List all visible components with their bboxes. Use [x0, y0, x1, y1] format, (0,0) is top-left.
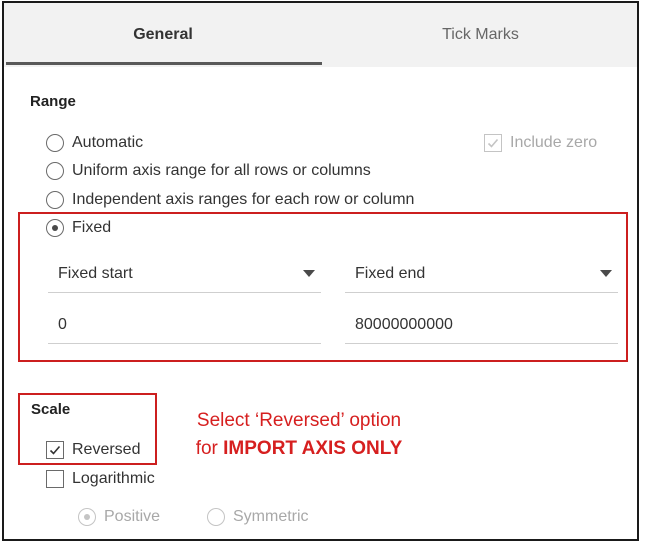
radio-uniform[interactable]: [46, 162, 64, 180]
range-option-label: Automatic: [72, 134, 144, 151]
annotation-line-2-prefix: for: [195, 438, 224, 459]
logarithmic-label: Logarithmic: [72, 470, 155, 487]
scale-option-symmetric[interactable]: Symmetric: [207, 506, 309, 528]
active-tab-indicator: [6, 62, 322, 65]
symmetric-label: Symmetric: [233, 508, 309, 525]
axis-settings-panel: General Tick Marks Range Automatic Inclu…: [2, 1, 639, 541]
fixed-range-highlight-box: [18, 212, 628, 362]
logarithmic-checkbox-row[interactable]: Logarithmic: [46, 468, 155, 490]
scale-option-positive[interactable]: Positive: [78, 506, 160, 528]
range-option-label: Independent axis ranges for each row or …: [72, 191, 415, 208]
range-option-independent[interactable]: Independent axis ranges for each row or …: [46, 189, 414, 211]
include-zero-checkbox[interactable]: [484, 134, 502, 152]
check-icon: [487, 138, 499, 148]
range-section-title: Range: [30, 93, 76, 110]
annotation-line-2-emphasis: IMPORT AXIS ONLY: [223, 438, 403, 459]
tab-tick-marks[interactable]: Tick Marks: [322, 3, 637, 67]
tab-general[interactable]: General: [4, 3, 322, 67]
radio-positive[interactable]: [78, 508, 96, 526]
positive-label: Positive: [104, 508, 161, 525]
radio-symmetric[interactable]: [207, 508, 225, 526]
annotation-line-1: Select ‘Reversed’ option: [196, 410, 402, 431]
range-option-label: Uniform axis range for all rows or colum…: [72, 162, 371, 179]
annotation-line-2: for IMPORT AXIS ONLY: [174, 435, 424, 463]
range-option-automatic[interactable]: Automatic: [46, 132, 143, 154]
scale-highlight-box: [18, 393, 157, 465]
include-zero-checkbox-row[interactable]: Include zero: [484, 132, 597, 154]
radio-automatic[interactable]: [46, 134, 64, 152]
logarithmic-checkbox[interactable]: [46, 470, 64, 488]
range-option-uniform[interactable]: Uniform axis range for all rows or colum…: [46, 160, 371, 182]
radio-independent[interactable]: [46, 191, 64, 209]
annotation-note: Select ‘Reversed’ option for IMPORT AXIS…: [174, 407, 424, 463]
include-zero-label: Include zero: [510, 134, 598, 151]
tab-bar: General Tick Marks: [4, 3, 637, 67]
